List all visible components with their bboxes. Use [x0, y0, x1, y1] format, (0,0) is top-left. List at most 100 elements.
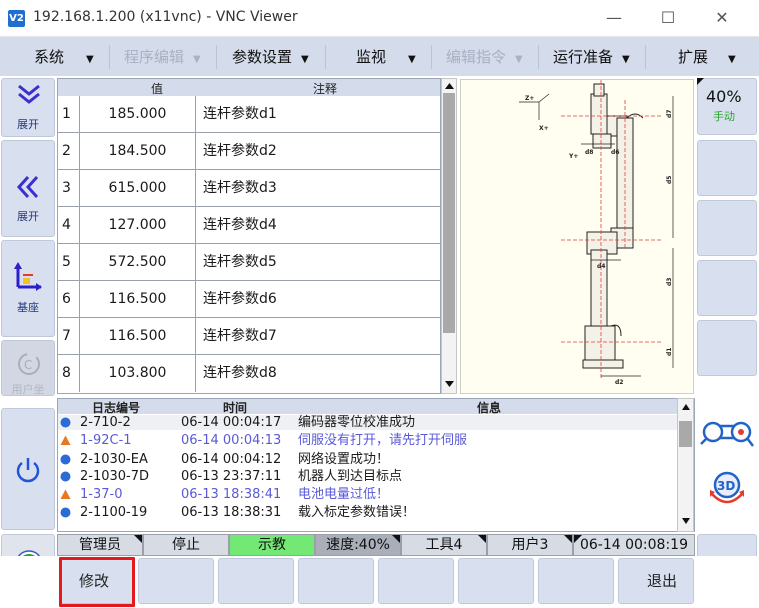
chevron-left-double-icon [16, 175, 39, 199]
servo-power-button[interactable] [1, 408, 55, 530]
log-column-time: 时间 [223, 401, 248, 415]
title-bar: V2 192.168.1.200 (x11vnc) - VNC Viewer —… [0, 0, 759, 37]
table-row[interactable]: 4 127.000 连杆参数d4 [58, 207, 440, 244]
table-row[interactable]: 3 615.000 连杆参数d3 [58, 170, 440, 207]
log-row[interactable]: 2-710-2 06-14 00:04:17 编码器零位校准成功 [58, 415, 678, 430]
user-coordinate-button: C 用户坐 [1, 340, 55, 396]
svg-text:d6: d6 [611, 149, 619, 156]
log-row[interactable]: 1-37-0 06-13 18:38:41 电池电量过低！ [58, 487, 678, 502]
mode-label: 手动 [713, 110, 735, 123]
warning-icon [60, 489, 71, 499]
user-coordinate-icon: C [18, 353, 40, 375]
run-state-status: 停止 [143, 534, 229, 556]
user-frame-status[interactable]: 用户3 [487, 534, 573, 556]
log-scroll-thumb[interactable] [679, 421, 692, 447]
tool-status[interactable]: 工具4 [401, 534, 487, 556]
bottom-blank-button-4[interactable] [378, 558, 454, 604]
menu-bar: 系统 ▼ 程序编辑 ▼ 参数设置 ▼ 监视 ▼ 编辑指令 ▼ 运行准备 ▼ 扩展 ▼ [0, 37, 759, 76]
bottom-blank-button-2[interactable] [218, 558, 294, 604]
table-scrollbar[interactable] [441, 78, 457, 394]
info-icon [60, 507, 71, 518]
robot-arm-icon [700, 421, 754, 447]
robot-view-button[interactable] [697, 404, 757, 460]
window-title: 192.168.1.200 (x11vnc) - VNC Viewer [33, 9, 298, 25]
coord-label: 用户坐 [11, 383, 45, 396]
speed-value: 40% [706, 87, 742, 106]
maximize-button[interactable]: ☐ [648, 6, 688, 30]
table-row[interactable]: 2 184.500 连杆参数d2 [58, 133, 440, 170]
log-row[interactable]: 1-92C-1 06-14 00:04:13 伺服没有打开，请先打开伺服 [58, 433, 678, 448]
right-blank-button-1[interactable] [697, 140, 757, 196]
menu-monitor[interactable]: 监视 ▼ [356, 42, 416, 72]
svg-text:d8: d8 [585, 149, 593, 156]
3d-view-button[interactable]: 3D [697, 464, 757, 520]
log-row[interactable]: 2-1100-19 06-13 18:38:31 载入标定参数错误！ [58, 505, 678, 520]
status-bar: 管理员 停止 示教 速度:40% 工具4 用户3 06-14 00:08:19 [57, 534, 695, 556]
log-scrollbar[interactable] [677, 398, 694, 532]
table-row[interactable]: 6 116.500 连杆参数d6 [58, 281, 440, 318]
svg-text:X+: X+ [539, 125, 549, 132]
menu-extend[interactable]: 扩展 ▼ [678, 42, 736, 72]
log-column-message: 信息 [477, 401, 502, 415]
clock-status: 06-14 00:08:19 [573, 534, 695, 556]
robot-arm-drawing: Z+ X+ Y+ d8 d6 d7 d5 d4 d3 d1 d2 [519, 80, 674, 386]
log-header: 日志编号 时间 信息 [58, 399, 678, 415]
svg-text:Z+: Z+ [525, 95, 534, 102]
svg-text:d5: d5 [666, 176, 673, 184]
warning-icon [60, 435, 71, 445]
parameter-table: 值 注释 1 185.000 连杆参数d1 2 184.500 连杆参数d2 3… [57, 78, 441, 394]
scroll-down-icon [445, 381, 454, 387]
menu-run-prep[interactable]: 运行准备 ▼ [553, 42, 630, 72]
close-button[interactable]: ✕ [702, 6, 742, 30]
right-blank-button-4[interactable] [697, 320, 757, 376]
table-row[interactable]: 8 103.800 连杆参数d8 [58, 355, 440, 392]
3d-view-icon: 3D [710, 471, 744, 504]
log-panel: 日志编号 时间 信息 2-710-2 06-14 00:04:17 编码器零位校… [57, 398, 695, 532]
menu-system[interactable]: 系统 ▼ [34, 42, 94, 72]
user-role-status[interactable]: 管理员 [57, 534, 143, 556]
svg-text:Y+: Y+ [568, 153, 578, 160]
expand-button-1[interactable]: 展开 [1, 78, 55, 137]
scroll-thumb[interactable] [443, 93, 455, 333]
power-icon [16, 458, 40, 483]
exit-button[interactable]: 退出 [618, 558, 694, 604]
highlight-annotation [59, 557, 135, 607]
log-row[interactable]: 2-1030-EA 06-14 00:04:12 网络设置成功！ [58, 452, 678, 467]
table-row[interactable]: 7 116.500 连杆参数d7 [58, 318, 440, 355]
table-header: 值 注释 [58, 79, 440, 96]
teach-mode-status[interactable]: 示教 [229, 534, 315, 556]
column-value: 值 [151, 82, 164, 96]
menu-param-settings[interactable]: 参数设置 ▼ [232, 42, 309, 72]
bottom-blank-button-5[interactable] [458, 558, 534, 604]
bottom-blank-button-1[interactable] [138, 558, 214, 604]
scroll-down-icon [682, 518, 690, 524]
robot-dimension-diagram: Z+ X+ Y+ d8 d6 d7 d5 d4 d3 d1 d2 [460, 79, 694, 394]
svg-text:3D: 3D [717, 479, 735, 493]
svg-text:d4: d4 [597, 263, 605, 270]
log-row[interactable]: 2-1030-7D 06-13 23:37:11 机器人到达目标点 [58, 469, 678, 484]
table-row[interactable]: 5 572.500 连杆参数d5 [58, 244, 440, 281]
log-column-code: 日志编号 [92, 401, 141, 415]
expand-label-2: 展开 [17, 210, 39, 223]
chevron-down-double-icon [18, 84, 40, 104]
vnc-logo-icon: V2 [8, 10, 25, 27]
expand-label-1: 展开 [17, 118, 39, 131]
minimize-button[interactable]: — [594, 6, 634, 30]
right-blank-button-3[interactable] [697, 260, 757, 316]
speed-mode-button[interactable]: 40% 手动 [697, 78, 757, 135]
info-icon [60, 471, 71, 482]
svg-text:d7: d7 [666, 110, 673, 118]
scroll-up-icon [445, 83, 454, 89]
menu-edit-instructions[interactable]: 编辑指令 ▼ [446, 42, 523, 72]
table-row[interactable]: 1 185.000 连杆参数d1 [58, 96, 440, 133]
svg-text:d2: d2 [615, 379, 623, 386]
info-icon [60, 454, 71, 465]
expand-button-2[interactable]: 展开 [1, 140, 55, 237]
menu-program-edit[interactable]: 程序编辑 ▼ [124, 42, 201, 72]
bottom-blank-button-6[interactable] [538, 558, 614, 604]
scroll-up-icon [682, 404, 690, 410]
base-coordinate-button[interactable]: 基座 [1, 240, 55, 337]
bottom-blank-button-3[interactable] [298, 558, 374, 604]
right-blank-button-2[interactable] [697, 200, 757, 256]
speed-status[interactable]: 速度:40% [315, 534, 401, 556]
